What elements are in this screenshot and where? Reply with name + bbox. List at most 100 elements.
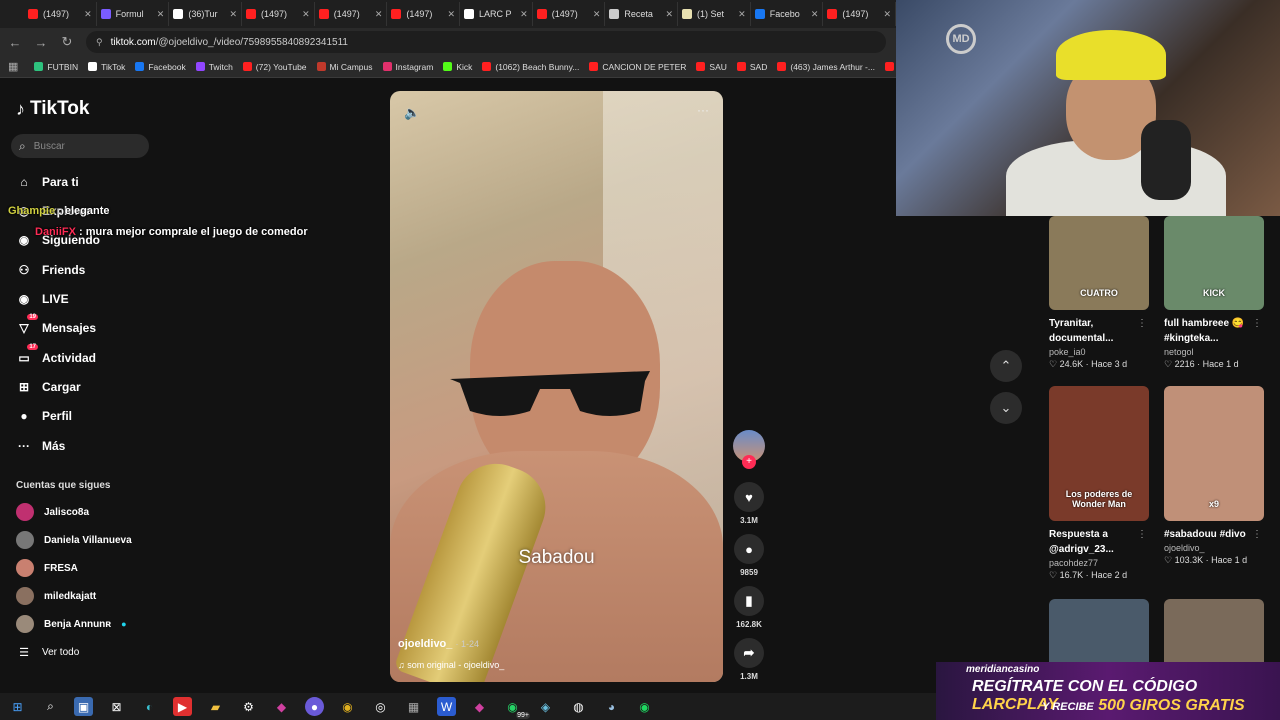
tiktok-logo[interactable]: ♪ TikTok bbox=[16, 98, 89, 120]
related-video-card[interactable]: Los poderes de Wonder Man Respuesta a @ad… bbox=[1049, 386, 1153, 581]
chrome-icon[interactable]: ◉ bbox=[338, 697, 357, 716]
bookmark-item[interactable]: (463) James Arthur -... bbox=[777, 62, 875, 72]
bookmark-icon[interactable]: ▮ bbox=[734, 586, 764, 616]
close-icon[interactable]: ✕ bbox=[593, 9, 601, 20]
close-icon[interactable]: ✕ bbox=[666, 9, 674, 20]
browser-tab[interactable]: (1497) ✕ bbox=[387, 2, 461, 26]
video-player[interactable]: 🔈 ··· Sabadou ojoeldivo_ · 1-24 ♫ som or… bbox=[390, 91, 723, 682]
sidebar-item-actividad[interactable]: ▭ 17 Actividad bbox=[16, 344, 96, 368]
xbox-icon[interactable]: ⊠ bbox=[107, 697, 126, 716]
bookmark-item[interactable]: Twitch bbox=[195, 62, 233, 72]
heart-icon[interactable]: ♥ bbox=[734, 482, 764, 512]
forward-icon[interactable]: → bbox=[34, 35, 48, 50]
edge-icon[interactable]: ◐ bbox=[140, 697, 159, 716]
related-video-card[interactable]: x9 #sabadouu #divo ⋮ ojoeldivo_ ♡ 103.3K · H… bbox=[1164, 386, 1268, 566]
browser-tab[interactable]: (1) Set ✕ bbox=[678, 2, 751, 26]
card-more-icon[interactable]: ⋮ bbox=[1252, 318, 1262, 329]
close-icon[interactable]: ✕ bbox=[229, 9, 237, 20]
more-options-icon[interactable]: ··· bbox=[697, 103, 709, 117]
browser-tab[interactable]: Formul ✕ bbox=[97, 2, 170, 26]
bookmark-item[interactable]: Mi Campus bbox=[316, 62, 373, 72]
browser-tab[interactable]: (1497) ✕ bbox=[533, 2, 606, 26]
close-icon[interactable]: ✕ bbox=[302, 9, 310, 20]
app-icon-4[interactable]: ◆ bbox=[470, 697, 489, 716]
back-icon[interactable]: ← bbox=[8, 35, 22, 50]
card-more-icon[interactable]: ⋮ bbox=[1137, 318, 1147, 329]
sidebar-item-cargar[interactable]: ⊞ Cargar bbox=[16, 377, 81, 397]
whatsapp-icon[interactable]: ◉ 99+ bbox=[503, 697, 530, 719]
bookmark-item[interactable]: SAU bbox=[696, 62, 727, 72]
next-video-button[interactable]: ⌄ bbox=[990, 392, 1022, 424]
app-icon[interactable]: ▶ bbox=[173, 697, 192, 716]
bookmark-item[interactable]: (1062) Beach Bunny... bbox=[482, 62, 579, 72]
browser-tab[interactable]: (1497) ✕ bbox=[242, 2, 315, 26]
browser-tab[interactable]: Receta ✕ bbox=[605, 2, 679, 26]
url-bar[interactable]: ⚲ tiktok.com/@ojoeldivo_/video/759895584… bbox=[86, 31, 886, 53]
card-user[interactable]: poke_ia0 bbox=[1049, 347, 1153, 357]
browser-tab[interactable]: (1497) ✕ bbox=[823, 2, 896, 26]
bookmark-item[interactable]: TikTok bbox=[88, 62, 125, 72]
bookmark-item[interactable]: DRA bbox=[884, 62, 896, 72]
share-icon[interactable]: ➦ bbox=[734, 638, 764, 668]
close-icon[interactable]: ✕ bbox=[811, 9, 819, 20]
video-author[interactable]: ojoeldivo_ · 1-24 bbox=[398, 638, 479, 650]
bookmark-item[interactable]: Instagram bbox=[382, 62, 433, 72]
spotify-icon[interactable]: ◉ bbox=[635, 697, 654, 716]
card-user[interactable]: netogol bbox=[1164, 347, 1268, 357]
browser-tab[interactable]: LARC P ✕ bbox=[460, 2, 533, 26]
taskbar-search-icon[interactable]: ⌕ bbox=[41, 697, 60, 716]
video-thumbnail[interactable]: Los poderes de Wonder Man bbox=[1049, 386, 1149, 521]
tool-icon[interactable]: ⚙ bbox=[239, 697, 258, 716]
close-icon[interactable]: ✕ bbox=[375, 9, 383, 20]
sidebar-item-live[interactable]: ◉ LIVE bbox=[16, 289, 69, 309]
steam-icon[interactable]: ◕ bbox=[602, 697, 621, 716]
bookmark-item[interactable]: SAD bbox=[736, 62, 767, 72]
folder-icon[interactable]: ▰ bbox=[206, 697, 225, 716]
close-icon[interactable]: ✕ bbox=[157, 9, 165, 20]
sidebar-item-para-ti[interactable]: ⌂ Para ti bbox=[16, 172, 78, 192]
bookmark-item[interactable]: (72) YouTube bbox=[242, 62, 307, 72]
video-thumbnail[interactable]: CUATRO bbox=[1049, 216, 1149, 310]
word-icon[interactable]: W bbox=[437, 697, 456, 716]
card-more-icon[interactable]: ⋮ bbox=[1137, 529, 1147, 540]
following-item[interactable]: Daniela Villanueva bbox=[16, 531, 132, 549]
following-item[interactable]: Benja Annunʀ ● bbox=[16, 615, 127, 633]
bookmark-item[interactable]: FUTBIN bbox=[34, 62, 78, 72]
discord-icon[interactable]: ● bbox=[305, 697, 324, 716]
search-input[interactable]: ⌕ Buscar bbox=[11, 134, 149, 158]
sidebar-item-mensajes[interactable]: ▽ 19 Mensajes bbox=[16, 314, 96, 338]
see-all-link[interactable]: ☰ Ver todo bbox=[16, 642, 79, 662]
close-icon[interactable]: ✕ bbox=[84, 9, 92, 20]
close-icon[interactable]: ✕ bbox=[447, 9, 455, 20]
card-more-icon[interactable]: ⋮ bbox=[1252, 529, 1262, 540]
card-user[interactable]: ojoeldivo_ bbox=[1164, 543, 1268, 553]
following-item[interactable]: Jalisco8a bbox=[16, 503, 89, 521]
sidebar-item-perfil[interactable]: ● Perfil bbox=[16, 406, 72, 426]
close-icon[interactable]: ✕ bbox=[520, 9, 528, 20]
bookmark-item[interactable]: Kick bbox=[443, 62, 472, 72]
video-thumbnail[interactable]: KICK bbox=[1164, 216, 1264, 310]
bookmark-item[interactable]: Facebook bbox=[135, 62, 186, 72]
video-thumbnail[interactable]: x9 bbox=[1164, 386, 1264, 521]
mute-icon[interactable]: 🔈 bbox=[404, 105, 420, 121]
windows-start-icon[interactable]: ⊞ bbox=[8, 697, 27, 716]
bookmark-item[interactable]: CANCION DE PETER bbox=[589, 62, 686, 72]
apps-grid-icon[interactable]: ▦ bbox=[8, 60, 18, 73]
previous-video-button[interactable]: ⌃ bbox=[990, 350, 1022, 382]
calculator-icon[interactable]: ▦ bbox=[404, 697, 423, 716]
following-item[interactable]: miledkajatt bbox=[16, 587, 96, 605]
video-sound[interactable]: ♫ som original - ojoeldivo_ bbox=[398, 660, 504, 670]
close-icon[interactable]: ✕ bbox=[884, 9, 892, 20]
sidebar-item-m-s[interactable]: ··· Más bbox=[16, 436, 65, 456]
comment-icon[interactable]: ● bbox=[734, 534, 764, 564]
store-icon[interactable]: ▣ bbox=[74, 697, 93, 716]
reload-icon[interactable]: ↻ bbox=[60, 34, 74, 50]
app-icon-5[interactable]: ◈ bbox=[536, 697, 555, 716]
card-user[interactable]: pacohdez77 bbox=[1049, 558, 1153, 568]
close-icon[interactable]: ✕ bbox=[738, 9, 746, 20]
app-icon-3[interactable]: ◎ bbox=[371, 697, 390, 716]
related-video-card[interactable]: CUATRO Tyranitar, documental... ⋮ poke_ia0 ♡… bbox=[1049, 216, 1153, 370]
browser-tab[interactable]: (36)Tur ✕ bbox=[169, 2, 243, 26]
obs-icon[interactable]: ◍ bbox=[569, 697, 588, 716]
related-video-card[interactable]: KICK full hambreee 😋 #kingteka... ⋮ netogol… bbox=[1164, 216, 1268, 370]
